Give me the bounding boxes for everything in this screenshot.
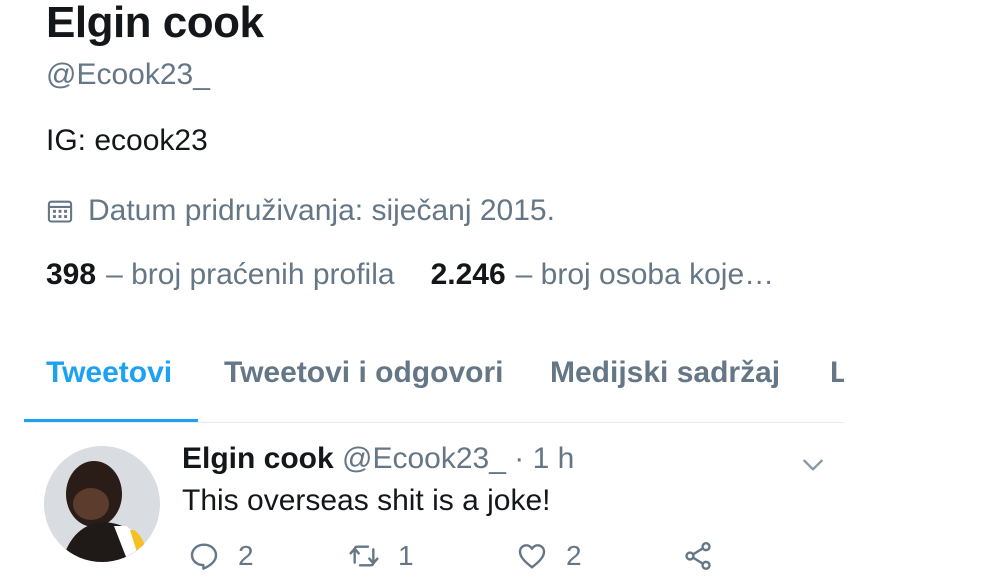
following-count[interactable]: 398 [46, 258, 96, 292]
like-count: 2 [566, 540, 582, 571]
tweet-author-handle[interactable]: @Ecook23_ [342, 442, 506, 475]
heart-icon [518, 544, 546, 569]
active-tab-indicator [24, 419, 198, 422]
followers-label[interactable]: – broj osoba koje… [516, 258, 775, 292]
profile-name: Elgin cook [46, 0, 264, 47]
profile-bio: IG: ecook23 [46, 124, 208, 157]
tab-media[interactable]: Medijski sadržaj [550, 356, 780, 390]
tab-tweets-and-replies[interactable]: Tweetovi i odgovori [224, 356, 503, 390]
share-button[interactable] [682, 540, 732, 572]
reply-icon [190, 543, 218, 570]
tweet-time[interactable]: 1 h [533, 442, 575, 475]
reply-button[interactable]: 2 [188, 540, 254, 572]
avatar[interactable] [44, 446, 160, 562]
tweet-actions: 2 1 2 [182, 540, 742, 584]
tweet-author-name[interactable]: Elgin cook [182, 442, 334, 475]
like-button[interactable]: 2 [516, 540, 582, 572]
retweet-icon [349, 545, 379, 567]
share-icon [685, 542, 711, 570]
retweet-count: 1 [398, 540, 414, 571]
profile-tabs: Tweetovi Tweetovi i odgovori Medijski sa… [24, 340, 844, 423]
profile-handle: @Ecook23_ [46, 58, 210, 91]
join-date-row: Datum pridruživanja: siječanj 2015. [46, 194, 555, 228]
calendar-icon [47, 200, 73, 223]
tab-likes[interactable]: L [830, 356, 844, 390]
tweet-separator: · [514, 442, 525, 475]
chevron-down-icon[interactable] [800, 452, 826, 478]
tweet-text: This overseas shit is a joke! [182, 484, 551, 517]
tab-tweets[interactable]: Tweetovi [46, 356, 172, 390]
followers-count[interactable]: 2.246 [431, 258, 506, 292]
follow-stats: 398 – broj praćenih profila 2.246 – broj… [46, 258, 810, 292]
retweet-button[interactable]: 1 [348, 540, 414, 572]
reply-count: 2 [238, 540, 254, 571]
join-date-text: Datum pridruživanja: siječanj 2015. [88, 194, 555, 227]
avatar-photo [44, 446, 160, 562]
following-label[interactable]: – broj praćenih profila [106, 258, 395, 292]
tweet-header: Elgin cook @Ecook23_ · 1 h [182, 442, 574, 476]
